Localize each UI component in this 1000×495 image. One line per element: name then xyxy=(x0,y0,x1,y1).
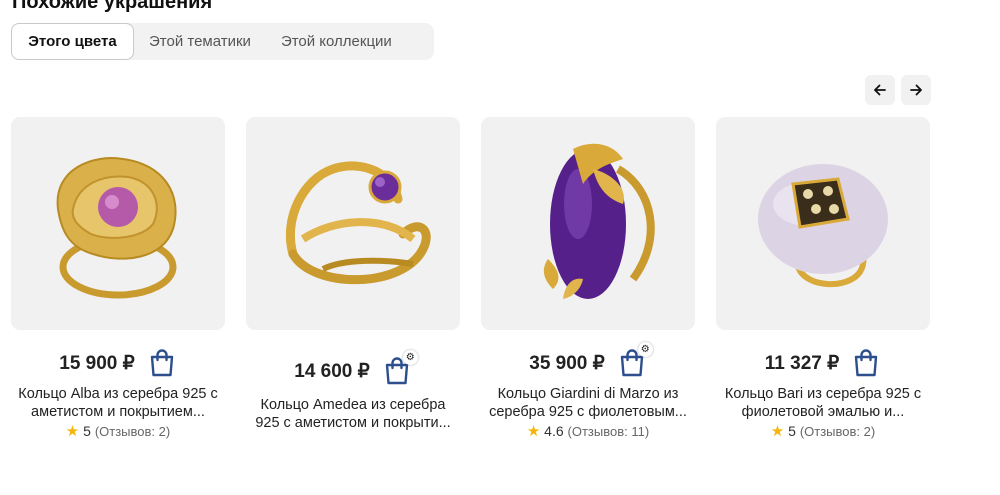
product-rating: ★ 5 (Отзывов: 2) xyxy=(716,422,930,440)
review-count: (Отзывов: 11) xyxy=(567,424,650,439)
filter-tabs: Этого цвета Этой тематики Этой коллекции xyxy=(11,23,434,60)
product-name-line1: Кольцо Giardini di Marzo из xyxy=(497,386,679,402)
product-name[interactable]: Кольцо Bari из серебра 925 с фиолетовой … xyxy=(712,385,934,421)
product-name[interactable]: Кольцо Amedea из серебра 925 с аметистом… xyxy=(242,396,464,432)
product-price: 15 900 ₽ xyxy=(59,352,135,374)
gear-icon: ⚙ xyxy=(637,342,653,357)
product-name-line2: фиолетовой эмалью и... xyxy=(741,404,905,420)
review-count: (Отзывов: 2) xyxy=(94,424,171,439)
arrow-right-icon xyxy=(910,84,922,96)
rating-value: 5 xyxy=(788,423,796,439)
product-price: 14 600 ₽ xyxy=(294,360,370,382)
product-name-line2: аметистом и покрытием... xyxy=(31,404,205,420)
product-image[interactable] xyxy=(246,117,460,330)
arrow-left-icon xyxy=(874,84,886,96)
add-to-cart-button[interactable] xyxy=(853,349,881,377)
product-image[interactable] xyxy=(481,117,695,330)
ring-image-bari xyxy=(758,163,888,287)
section-title: Похожие украшения xyxy=(12,0,213,13)
carousel-next-button[interactable] xyxy=(901,75,931,105)
gear-icon: ⚙ xyxy=(402,350,418,365)
add-to-cart-button[interactable]: ⚙ xyxy=(384,350,418,385)
product-card[interactable]: 11 327 ₽ Кольцо Bari из серебра 925 с фи… xyxy=(716,117,930,440)
rating-value: 5 xyxy=(83,423,91,439)
product-name-line1: Кольцо Alba из серебра 925 с xyxy=(18,386,218,402)
product-card[interactable]: 35 900 ₽ ⚙ Кольцо Giardini di Marzo из с… xyxy=(481,117,695,440)
product-rating: ★ 4.6 (Отзывов: 11) xyxy=(481,422,695,440)
shopping-bag-icon xyxy=(855,349,878,377)
product-image[interactable] xyxy=(716,117,930,330)
ring-image-amedea xyxy=(285,160,431,284)
carousel-prev-button[interactable] xyxy=(865,75,895,105)
product-name-line1: Кольцо Amedea из серебра xyxy=(260,397,446,413)
product-rating: ★ 5 (Отзывов: 2) xyxy=(11,422,225,440)
tab-same-collection[interactable]: Этой коллекции xyxy=(266,24,407,59)
product-name[interactable]: Кольцо Giardini di Marzo из серебра 925 … xyxy=(477,385,699,421)
price-row: 35 900 ₽ ⚙ xyxy=(481,342,695,377)
shopping-bag-icon xyxy=(150,349,173,377)
product-name-line2: 925 с аметистом и покрыти... xyxy=(255,415,451,431)
ring-image-giardini xyxy=(543,143,655,299)
product-name-line2: серебра 925 с фиолетовым... xyxy=(489,404,687,420)
add-to-cart-button[interactable] xyxy=(149,349,177,377)
tab-same-theme[interactable]: Этой тематики xyxy=(134,24,266,59)
price-row: 11 327 ₽ xyxy=(716,349,930,377)
star-icon: ★ xyxy=(770,423,785,440)
star-icon: ★ xyxy=(526,423,541,440)
star-icon: ★ xyxy=(65,423,80,440)
product-image[interactable] xyxy=(11,117,225,330)
price-row: 15 900 ₽ xyxy=(11,349,225,377)
rating-value: 4.6 xyxy=(544,423,564,439)
ring-image-alba xyxy=(56,156,177,298)
product-name[interactable]: Кольцо Alba из серебра 925 с аметистом и… xyxy=(7,385,229,421)
product-price: 35 900 ₽ xyxy=(529,352,605,374)
tab-same-color[interactable]: Этого цвета xyxy=(11,23,134,60)
product-card[interactable]: 14 600 ₽ ⚙ Кольцо Amedea из серебра 925 … xyxy=(246,117,460,431)
review-count: (Отзывов: 2) xyxy=(799,424,876,439)
add-to-cart-button[interactable]: ⚙ xyxy=(619,342,653,377)
product-card[interactable]: 15 900 ₽ Кольцо Alba из серебра 925 с ам… xyxy=(11,117,225,440)
product-name-line1: Кольцо Bari из серебра 925 с xyxy=(724,386,922,402)
product-price: 11 327 ₽ xyxy=(764,352,840,374)
price-row: 14 600 ₽ ⚙ xyxy=(246,350,460,385)
